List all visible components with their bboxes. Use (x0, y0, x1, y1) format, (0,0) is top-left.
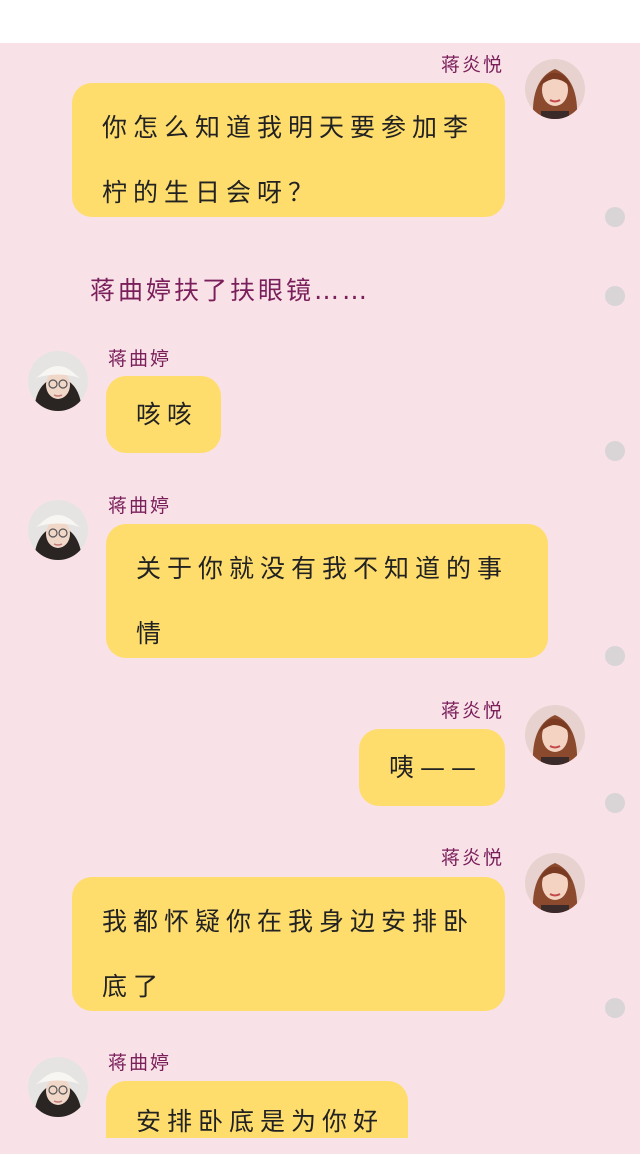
sender-name: 蒋炎悦 (440, 847, 504, 869)
avatar-quting[interactable] (28, 1057, 88, 1117)
narration-text: 蒋曲婷扶了扶眼镜…… (90, 276, 371, 305)
avatar-anyan[interactable] (525, 853, 585, 913)
status-dot (605, 441, 625, 461)
status-dot (605, 207, 625, 227)
sender-name: 蒋曲婷 (108, 348, 172, 370)
status-dot (605, 793, 625, 813)
status-dot (605, 646, 625, 666)
message-text: 我都怀疑你在我身边安排卧底了 (102, 907, 475, 1001)
sender-name: 蒋炎悦 (440, 54, 504, 76)
status-dot (605, 286, 625, 306)
avatar-quting[interactable] (28, 351, 88, 411)
message-bubble[interactable]: 咳咳 (106, 376, 221, 453)
message-text: 你怎么知道我明天要参加李柠的生日会呀？ (102, 113, 475, 207)
message-bubble[interactable]: 安排卧底是为你好 (106, 1081, 408, 1138)
avatar-anyan[interactable] (525, 59, 585, 119)
top-bar (0, 0, 640, 43)
avatar-quting[interactable] (28, 500, 88, 560)
message-text: 关于你就没有我不知道的事情 (136, 554, 509, 648)
message-text: 咳咳 (136, 400, 199, 429)
status-dot (605, 998, 625, 1018)
message-bubble[interactable]: 咦—— (359, 729, 505, 806)
sender-name: 蒋曲婷 (108, 495, 172, 517)
avatar-anyan[interactable] (525, 705, 585, 765)
sender-name: 蒋炎悦 (440, 700, 504, 722)
message-bubble[interactable]: 关于你就没有我不知道的事情 (106, 524, 548, 658)
message-bubble[interactable]: 我都怀疑你在我身边安排卧底了 (72, 877, 505, 1011)
message-text: 安排卧底是为你好 (136, 1107, 385, 1136)
message-text: 咦—— (389, 753, 483, 782)
message-bubble[interactable]: 你怎么知道我明天要参加李柠的生日会呀？ (72, 83, 505, 217)
sender-name: 蒋曲婷 (108, 1052, 172, 1074)
